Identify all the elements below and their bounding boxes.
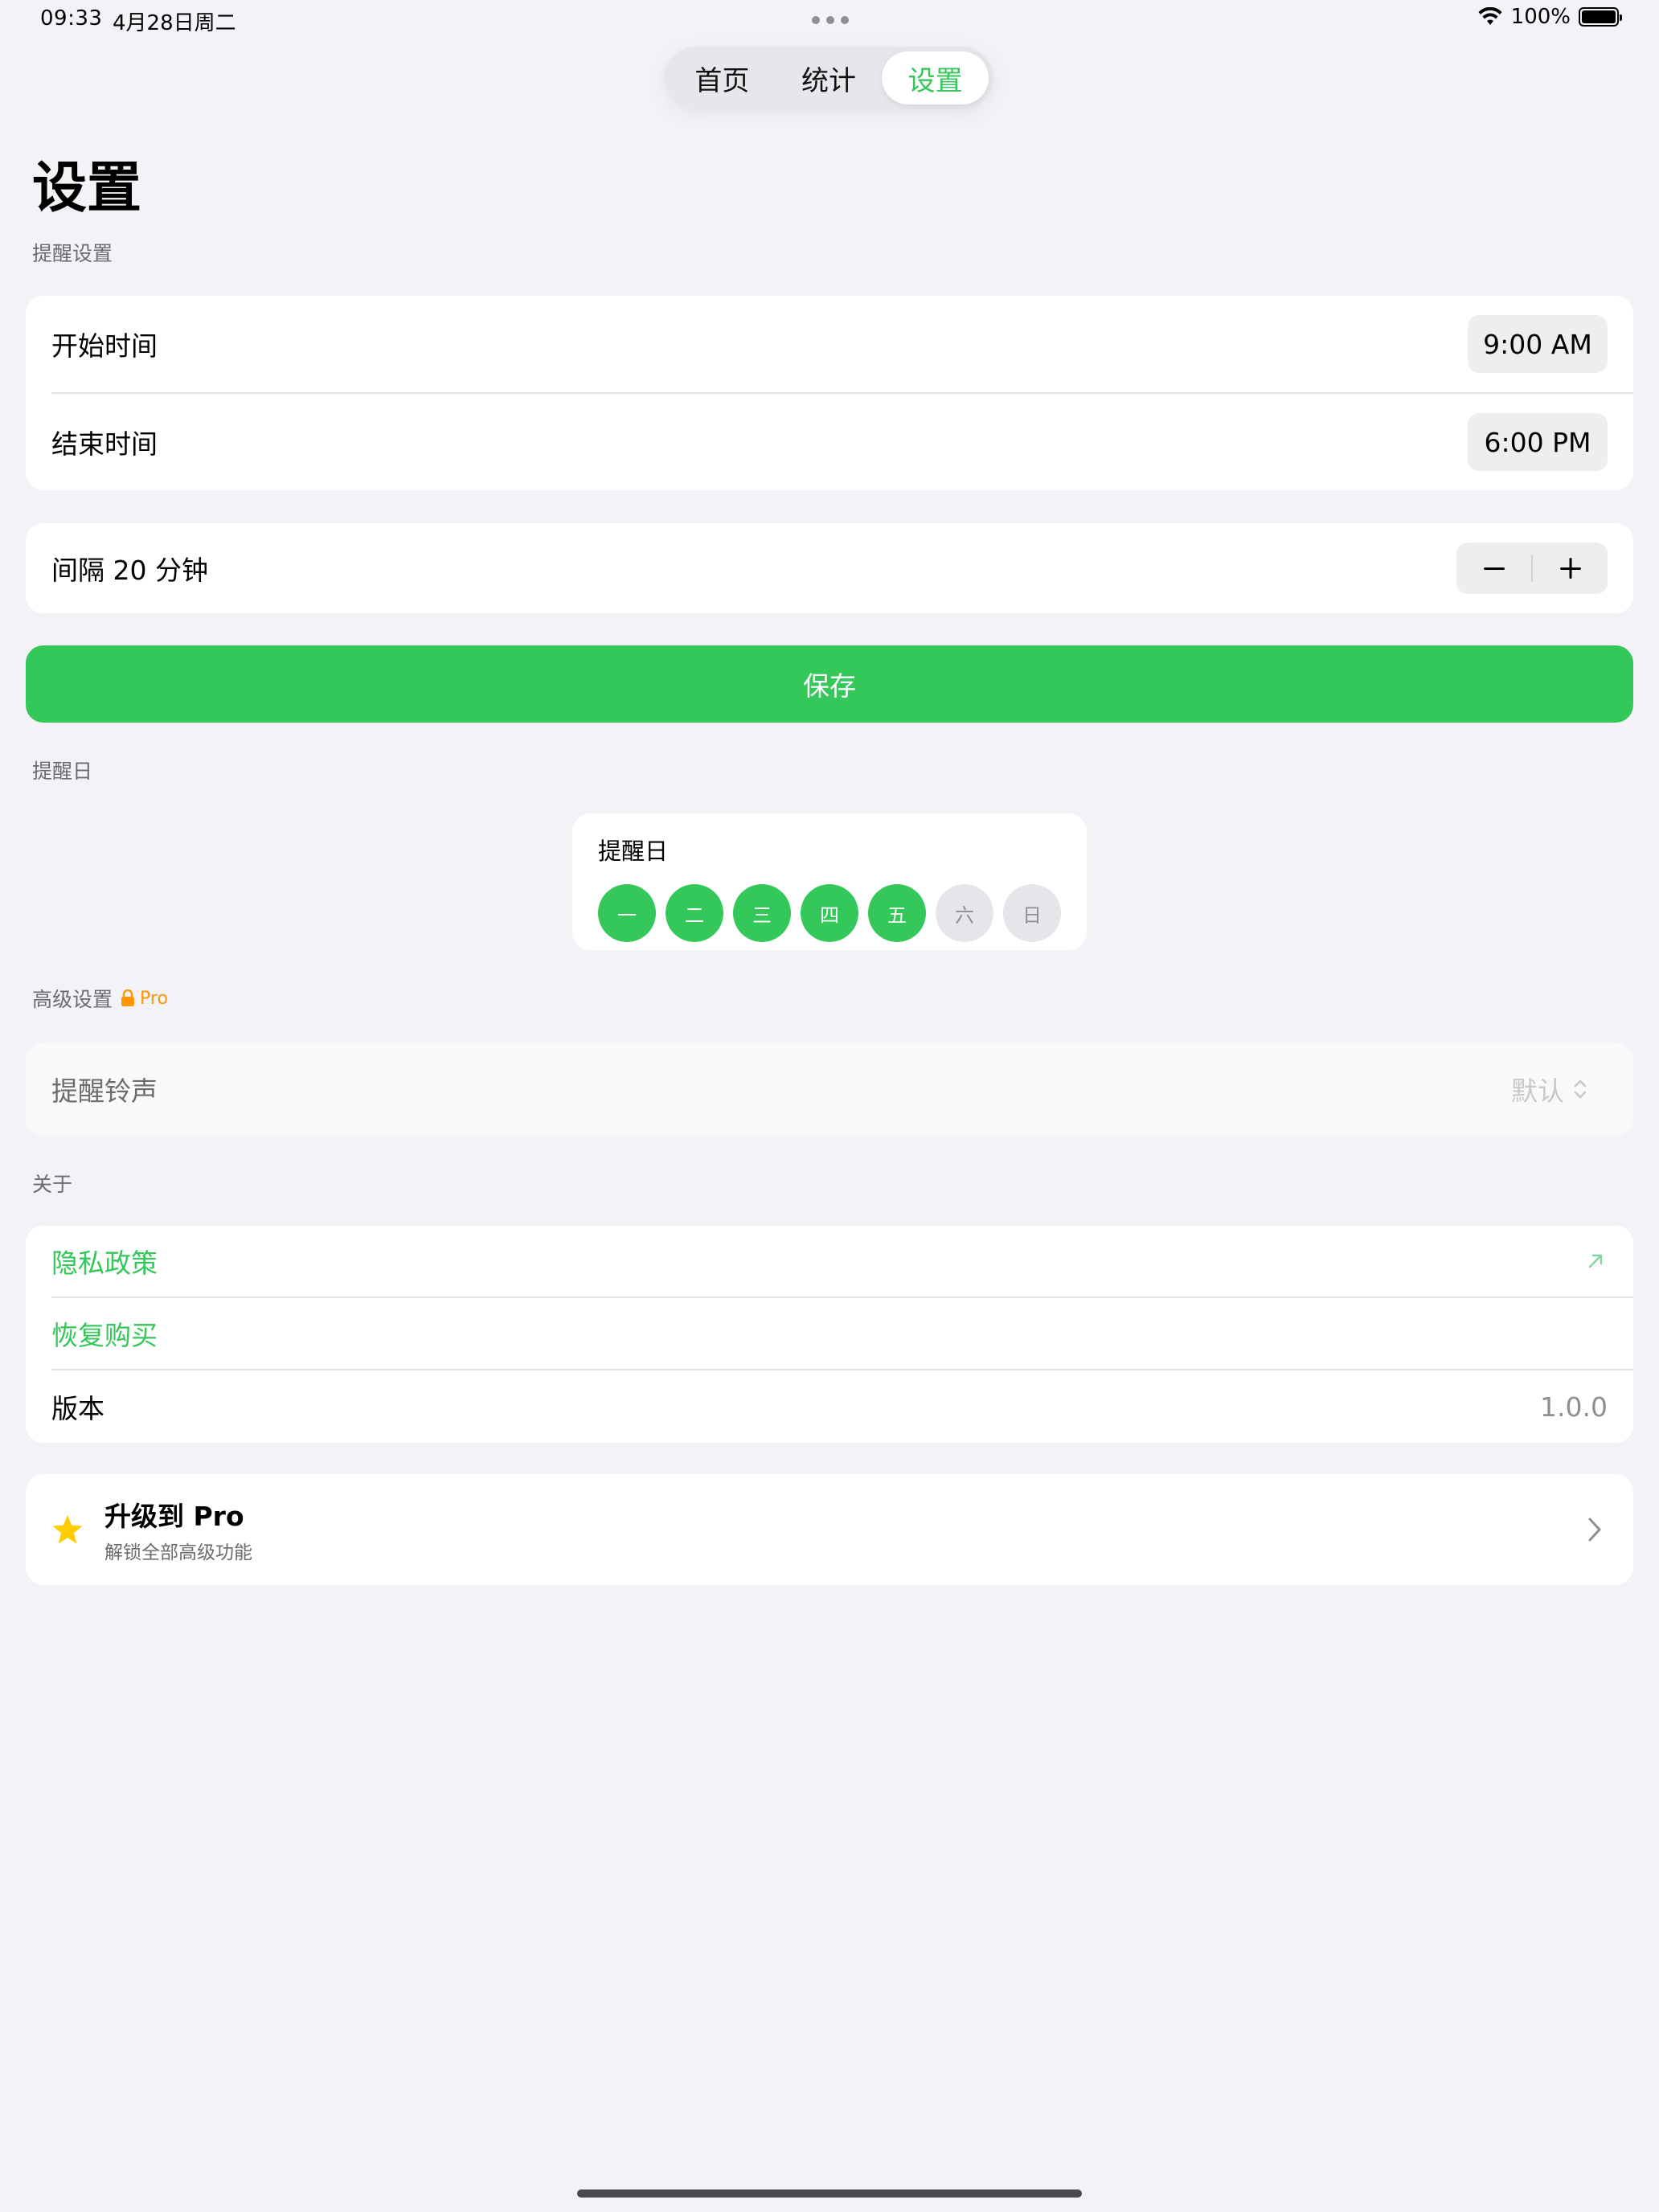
multitasking-dots-icon[interactable] <box>812 16 849 24</box>
start-time-label: 开始时间 <box>51 330 158 362</box>
minus-icon <box>1483 567 1505 570</box>
interval-row: 间隔 20 分钟 <box>26 523 1633 613</box>
end-time-picker[interactable]: 6:00 PM <box>1468 413 1608 471</box>
day-toggle-thu[interactable]: 四 <box>801 884 858 942</box>
upgrade-pro-card[interactable]: 升级到 Pro 解锁全部高级功能 <box>26 1474 1633 1585</box>
version-row: 版本 1.0.0 <box>26 1370 1633 1443</box>
wifi-icon <box>1478 7 1502 25</box>
time-range-card: 开始时间 9:00 AM 结束时间 6:00 PM <box>26 296 1633 490</box>
battery-percentage: 100% <box>1510 5 1571 29</box>
version-value: 1.0.0 <box>1540 1391 1608 1423</box>
upgrade-subtitle: 解锁全部高级功能 <box>104 1542 252 1563</box>
external-link-arrow-icon <box>1588 1254 1603 1268</box>
day-toggle-fri[interactable]: 五 <box>868 884 926 942</box>
privacy-policy-link[interactable]: 隐私政策 <box>51 1242 158 1280</box>
interval-label: 间隔 20 分钟 <box>51 555 208 586</box>
sound-picker[interactable]: 默认 <box>1511 1070 1588 1108</box>
day-toggle-wed[interactable]: 三 <box>733 884 791 942</box>
lock-icon <box>121 989 135 1006</box>
section-label-about: 关于 <box>32 1173 73 1196</box>
interval-stepper <box>1456 543 1608 594</box>
section-label-advanced: 高级设置 Pro <box>32 984 168 1013</box>
end-time-label: 结束时间 <box>51 428 158 460</box>
tab-segmented-control: 首页 统计 设置 <box>664 47 993 109</box>
pro-badge: Pro <box>121 989 168 1009</box>
status-date: 4月28日周二 <box>113 11 236 35</box>
reminder-days-title: 提醒日 <box>598 838 669 865</box>
start-time-picker[interactable]: 9:00 AM <box>1468 315 1608 373</box>
day-toggle-sun[interactable]: 日 <box>1003 884 1061 942</box>
decrement-button[interactable] <box>1456 543 1531 594</box>
advanced-label: 高级设置 <box>32 988 113 1011</box>
pro-badge-text: Pro <box>140 988 168 1009</box>
plus-icon <box>1559 558 1581 579</box>
chevron-up-down-icon <box>1574 1079 1587 1099</box>
tab-settings[interactable]: 设置 <box>882 51 989 104</box>
start-time-row: 开始时间 9:00 AM <box>26 296 1633 392</box>
about-card: 隐私政策 恢复购买 版本 1.0.0 <box>26 1226 1633 1443</box>
day-toggle-tue[interactable]: 二 <box>666 884 723 942</box>
home-indicator[interactable] <box>577 2189 1082 2198</box>
sound-label: 提醒铃声 <box>51 1075 158 1107</box>
chevron-right-icon <box>1588 1518 1601 1542</box>
page-title: 设置 <box>32 157 142 220</box>
sound-card: 提醒铃声 默认 <box>26 1043 1633 1136</box>
day-toggle-sat[interactable]: 六 <box>936 884 993 942</box>
status-time: 09:33 <box>40 6 103 31</box>
privacy-policy-row[interactable]: 隐私政策 <box>26 1226 1633 1296</box>
status-indicators: 100% <box>1477 5 1622 29</box>
upgrade-text-group: 升级到 Pro 解锁全部高级功能 <box>104 1495 252 1564</box>
interval-card: 间隔 20 分钟 <box>26 523 1633 613</box>
end-time-row: 结束时间 6:00 PM <box>26 394 1633 490</box>
sound-value: 默认 <box>1511 1075 1564 1107</box>
sound-row[interactable]: 提醒铃声 默认 <box>26 1043 1633 1136</box>
reminder-days-card: 提醒日 一 二 三 四 五 六 日 <box>572 813 1087 950</box>
save-button[interactable]: 保存 <box>26 645 1633 723</box>
tab-stats[interactable]: 统计 <box>776 51 883 104</box>
section-label-reminder-days: 提醒日 <box>32 760 93 783</box>
restore-purchase-row[interactable]: 恢复购买 <box>26 1298 1633 1369</box>
version-label: 版本 <box>51 1393 104 1424</box>
weekday-selector: 一 二 三 四 五 六 日 <box>598 884 1061 942</box>
upgrade-pro-row[interactable]: 升级到 Pro 解锁全部高级功能 <box>26 1474 1633 1585</box>
battery-icon <box>1579 7 1622 27</box>
section-label-reminder-settings: 提醒设置 <box>32 242 113 265</box>
increment-button[interactable] <box>1533 543 1608 594</box>
star-icon <box>52 1515 83 1544</box>
upgrade-title: 升级到 Pro <box>104 1501 244 1532</box>
tab-home[interactable]: 首页 <box>669 51 776 104</box>
restore-purchase-link[interactable]: 恢复购买 <box>51 1314 158 1353</box>
day-toggle-mon[interactable]: 一 <box>598 884 656 942</box>
